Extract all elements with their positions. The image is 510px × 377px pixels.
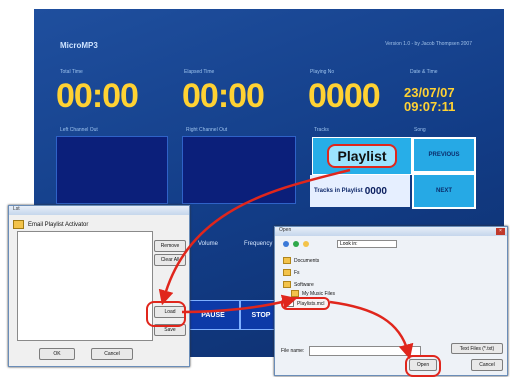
arrow-file-to-open [329, 300, 414, 360]
arrow-playlist-to-load [158, 168, 351, 306]
tutorial-arrows [158, 168, 414, 360]
arrow-load-to-file [181, 294, 298, 314]
